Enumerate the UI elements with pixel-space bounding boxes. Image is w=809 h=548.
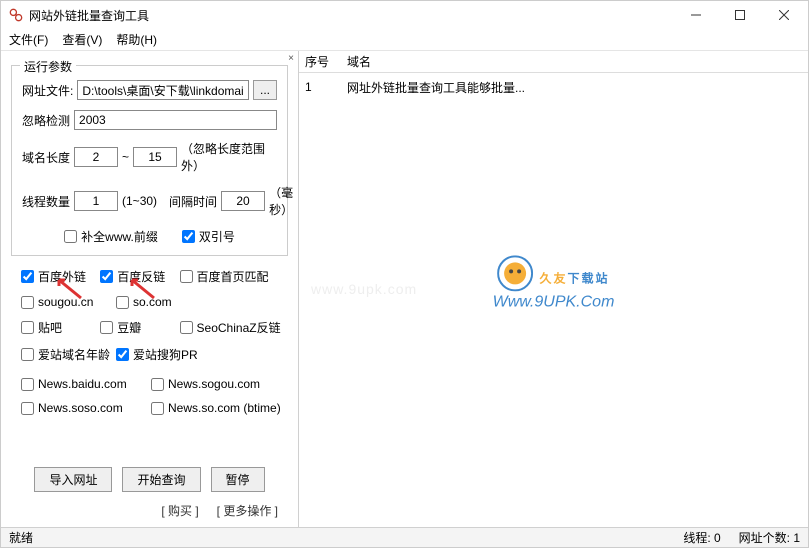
cb-aizhan-age[interactable]: 爱站域名年龄 (21, 346, 110, 363)
row-index: 1 (305, 80, 341, 94)
start-button[interactable]: 开始查询 (122, 467, 200, 492)
right-pane: 序号 域名 1 网址外链批量查询工具能够批量... www.9upk.com 久… (299, 51, 808, 527)
row-domain: 网址外链批量查询工具能够批量... (347, 79, 802, 96)
ignore-detect-input[interactable] (74, 110, 277, 130)
cb-douban[interactable]: 豆瓣 (100, 319, 141, 336)
more-link[interactable]: [ 更多操作 ] (217, 502, 278, 519)
engine-checks: 百度外链 百度反链 百度首页匹配 sougou.cn so.com 贴吧 豆瓣 … (1, 262, 298, 429)
cb-www[interactable]: 补全www.前缀 (64, 228, 158, 245)
pane-close-icon[interactable]: × (288, 53, 294, 64)
cb-tieba[interactable]: 贴吧 (21, 319, 62, 336)
cb-baidu-home[interactable]: 百度首页匹配 (180, 268, 269, 285)
cb-news-baidu[interactable]: News.baidu.com (21, 377, 127, 391)
watermark-bg: www.9upk.com (311, 281, 417, 297)
left-pane: × 运行参数 网址文件: ... 忽略检测 域名长度 ~ （忽略长度范围外） 线… (1, 51, 299, 527)
maximize-button[interactable] (718, 2, 762, 28)
url-file-label: 网址文件: (22, 82, 73, 99)
cb-baidu-ext[interactable]: 百度外链 (21, 268, 86, 285)
thread-input[interactable] (74, 191, 118, 211)
col-index: 序号 (305, 53, 341, 70)
status-count: 网址个数: 1 (739, 529, 800, 546)
cb-baidu-back[interactable]: 百度反链 (100, 268, 165, 285)
domain-len-label: 域名长度 (22, 149, 70, 166)
menu-file[interactable]: 文件(F) (9, 31, 48, 48)
interval-input[interactable] (221, 191, 265, 211)
interval-unit: （毫秒） (269, 184, 293, 218)
cb-quote[interactable]: 双引号 (182, 228, 235, 245)
window-title: 网站外链批量查询工具 (29, 7, 674, 24)
cb-news-soso[interactable]: News.soso.com (21, 401, 123, 415)
list-row[interactable]: 1 网址外链批量查询工具能够批量... (305, 77, 802, 97)
cb-news-sogou[interactable]: News.sogou.com (151, 377, 260, 391)
cb-sogou[interactable]: sougou.cn (21, 295, 93, 309)
watermark: 久友下载站 Www.9UPK.Com (493, 255, 615, 311)
watermark-url: Www.9UPK.Com (493, 293, 615, 311)
ignore-detect-label: 忽略检测 (22, 112, 70, 129)
group-legend: 运行参数 (20, 58, 76, 75)
list-header: 序号 域名 (299, 51, 808, 73)
col-domain: 域名 (347, 53, 802, 70)
import-button[interactable]: 导入网址 (34, 467, 112, 492)
logo-icon (497, 255, 533, 291)
title-bar: 网站外链批量查询工具 (1, 1, 808, 29)
status-ready: 就绪 (9, 529, 33, 546)
domain-len-max-input[interactable] (133, 147, 177, 167)
status-bar: 就绪 线程: 0 网址个数: 1 (1, 527, 808, 547)
close-button[interactable] (762, 2, 806, 28)
cb-aizhan-pr[interactable]: 爱站搜狗PR (116, 346, 198, 363)
minimize-button[interactable] (674, 2, 718, 28)
cb-so[interactable]: so.com (116, 295, 172, 309)
status-threads: 线程: 0 (683, 529, 720, 546)
domain-len-note: （忽略长度范围外） (181, 140, 277, 174)
interval-label: 间隔时间 (169, 193, 217, 210)
thread-note: (1~30) (122, 194, 157, 208)
thread-label: 线程数量 (22, 193, 70, 210)
url-file-input[interactable] (77, 80, 249, 100)
menu-view[interactable]: 查看(V) (62, 31, 102, 48)
list-body: 1 网址外链批量查询工具能够批量... (299, 73, 808, 101)
app-icon (9, 8, 23, 22)
buy-link[interactable]: [ 购买 ] (161, 502, 198, 519)
cb-news-so[interactable]: News.so.com (btime) (151, 401, 281, 415)
browse-button[interactable]: ... (253, 80, 277, 100)
cb-seochinaz[interactable]: SeoChinaZ反链 (180, 319, 281, 336)
menu-help[interactable]: 帮助(H) (116, 31, 157, 48)
pause-button[interactable]: 暂停 (211, 467, 265, 492)
domain-len-sep: ~ (122, 150, 129, 164)
domain-len-min-input[interactable] (74, 147, 118, 167)
params-group: 运行参数 网址文件: ... 忽略检测 域名长度 ~ （忽略长度范围外） 线程数… (11, 65, 288, 256)
menu-bar: 文件(F) 查看(V) 帮助(H) (1, 29, 808, 51)
